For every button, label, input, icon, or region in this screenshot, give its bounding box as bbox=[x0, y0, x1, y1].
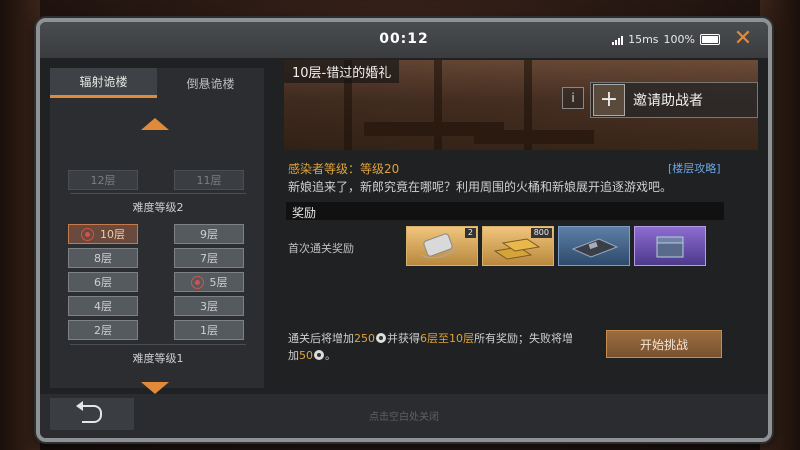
reward-item-dog-tag[interactable]: 2 bbox=[406, 226, 478, 266]
banner-decoration bbox=[474, 130, 594, 144]
floor-button-6[interactable]: 6层 bbox=[68, 272, 138, 292]
circuit-board-icon bbox=[571, 238, 619, 258]
tab-radiation-building[interactable]: 辐射诡楼 bbox=[50, 68, 157, 98]
infected-level: 感染者等级：等级20 bbox=[288, 162, 400, 176]
radiation-icon bbox=[314, 350, 324, 360]
stage-description: 新娘追来了，新郎究竟在哪呢？利用周围的火桶和新娘展开追逐游戏吧。 bbox=[288, 180, 673, 194]
first-clear-label: 首次通关奖励 bbox=[288, 242, 354, 255]
dialog-frame: 00:12 15ms 100% ✕ 辐射诡楼 倒悬诡楼 12层 11层 难度等级… bbox=[36, 18, 772, 442]
floor-button-5[interactable]: 5层 bbox=[174, 272, 244, 292]
treasure-chest-icon bbox=[656, 236, 684, 258]
note-text: 通关后将增加 bbox=[288, 332, 354, 345]
infection-marker-icon bbox=[81, 227, 94, 241]
device-status: 15ms 100% bbox=[612, 33, 720, 46]
reward-item-treasure-chest[interactable] bbox=[634, 226, 706, 266]
clear-reward-note: 通关后将增加250 并获得6层至10层所有奖励；失败将增加50。 bbox=[288, 330, 578, 364]
footer-bar: 点击空白处关闭 bbox=[40, 394, 768, 438]
divider bbox=[70, 193, 246, 194]
scroll-up-arrow-icon[interactable] bbox=[141, 118, 169, 130]
invite-label: 邀请助战者 bbox=[633, 93, 703, 109]
difficulty-1-label: 难度等级1 bbox=[132, 352, 184, 365]
infection-marker-icon bbox=[190, 275, 204, 289]
battery-text: 100% bbox=[663, 33, 695, 46]
floor-range-value: 6层至10层 bbox=[420, 332, 474, 345]
floor-label: 5层 bbox=[209, 276, 228, 289]
reward-item-gold-bars[interactable]: 800 bbox=[482, 226, 554, 266]
floor-button-11[interactable]: 11层 bbox=[174, 170, 244, 190]
background-left bbox=[0, 0, 40, 450]
top-status-bar: 00:12 15ms 100% ✕ bbox=[40, 22, 768, 58]
start-challenge-button[interactable]: 开始挑战 bbox=[606, 330, 722, 358]
close-icon[interactable]: ✕ bbox=[732, 28, 754, 50]
stage-title: 10层-错过的婚礼 bbox=[284, 60, 400, 83]
floor-button-1[interactable]: 1层 bbox=[174, 320, 244, 340]
floor-strategy-link[interactable]: [楼层攻略] bbox=[668, 160, 721, 176]
floor-button-9[interactable]: 9层 bbox=[174, 224, 244, 244]
reward-quantity: 800 bbox=[530, 228, 552, 238]
radiation-fail-value: 50 bbox=[299, 349, 313, 362]
radiation-gain-value: 250 bbox=[354, 332, 375, 345]
floor-label: 10层 bbox=[100, 228, 125, 241]
signal-icon bbox=[612, 35, 624, 45]
invite-helper-button[interactable]: + 邀请助战者 bbox=[590, 82, 758, 118]
battery-icon bbox=[700, 34, 720, 45]
scroll-down-arrow-icon[interactable] bbox=[141, 382, 169, 394]
reward-quantity: 2 bbox=[464, 228, 476, 238]
plus-icon: + bbox=[593, 84, 625, 116]
floor-button-8[interactable]: 8层 bbox=[68, 248, 138, 268]
floor-button-2[interactable]: 2层 bbox=[68, 320, 138, 340]
rewards-header-label: 奖励 bbox=[292, 206, 317, 220]
note-text: 并获得 bbox=[387, 332, 420, 345]
floor-button-4[interactable]: 4层 bbox=[68, 296, 138, 316]
building-tabs: 辐射诡楼 倒悬诡楼 bbox=[50, 68, 264, 98]
floor-button-7[interactable]: 7层 bbox=[174, 248, 244, 268]
floor-button-3[interactable]: 3层 bbox=[174, 296, 244, 316]
floor-button-12[interactable]: 12层 bbox=[68, 170, 138, 190]
divider bbox=[70, 344, 246, 345]
radiation-icon bbox=[376, 333, 386, 343]
info-icon[interactable]: i bbox=[562, 87, 584, 109]
reward-item-circuit-board[interactable] bbox=[558, 226, 630, 266]
note-text: 。 bbox=[325, 349, 336, 362]
tab-inverted-building[interactable]: 倒悬诡楼 bbox=[157, 68, 264, 98]
stage-banner: 10层-错过的婚礼 i + 邀请助战者 bbox=[284, 60, 758, 150]
tap-to-close-hint[interactable]: 点击空白处关闭 bbox=[40, 408, 768, 423]
floor-selector-panel: 辐射诡楼 倒悬诡楼 12层 11层 难度等级2 10层 9层 8层 7层 6层 … bbox=[50, 68, 264, 394]
ping-text: 15ms bbox=[628, 33, 659, 46]
banner-decoration bbox=[434, 60, 442, 150]
rewards-header: 奖励 bbox=[286, 202, 724, 220]
floor-button-10[interactable]: 10层 bbox=[68, 224, 138, 244]
difficulty-2-label: 难度等级2 bbox=[132, 201, 184, 214]
